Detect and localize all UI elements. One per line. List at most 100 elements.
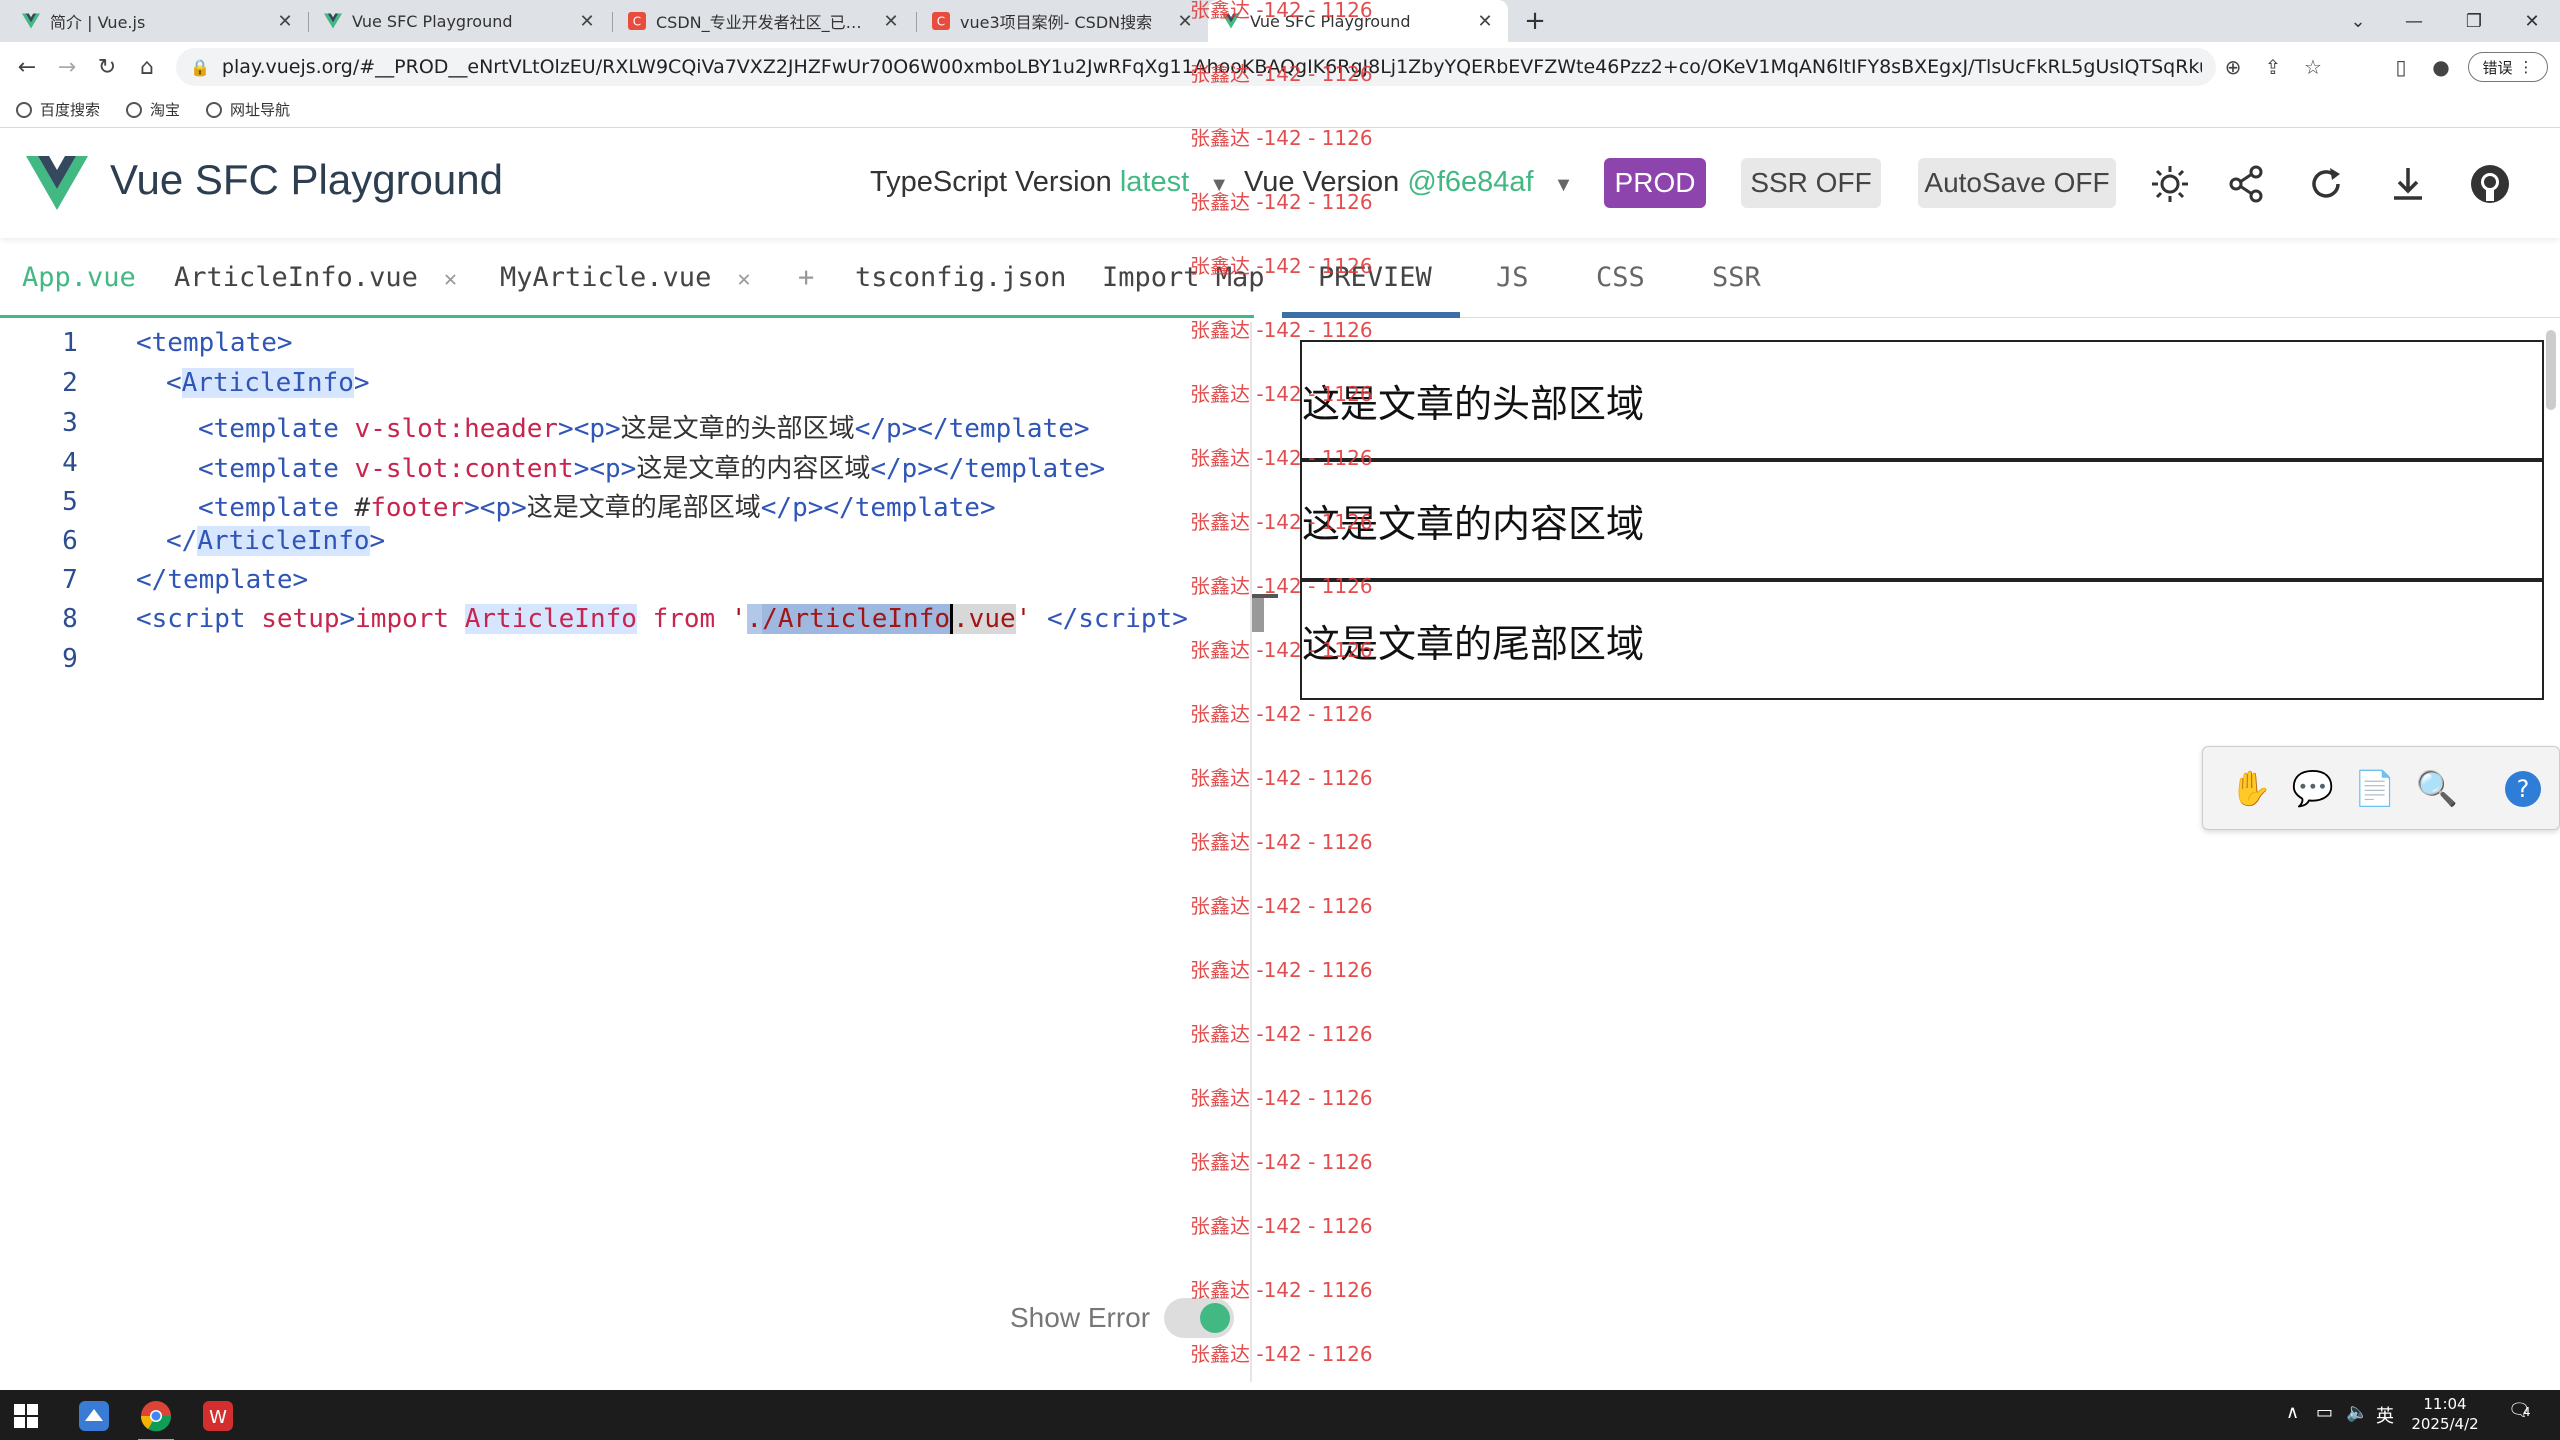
zoom-icon[interactable]: ⊕ (2216, 50, 2250, 84)
close-tab-icon[interactable]: ✕ (882, 11, 900, 32)
browser-tab-1[interactable]: 简介 | Vue.js ✕ (8, 0, 308, 42)
restore-button[interactable]: ❐ (2446, 0, 2502, 42)
code-token: template (213, 493, 339, 523)
share-icon[interactable] (2224, 162, 2268, 206)
notification-icon[interactable]: 🗨4 (2508, 1400, 2531, 1421)
bookmark-item[interactable]: 网址导航 (206, 99, 290, 120)
ts-version-label: TypeScript Version (870, 166, 1112, 198)
code-token: ArticleInfo (197, 526, 370, 556)
file-tab-articleinfo-vue[interactable]: ArticleInfo.vue ✕ (174, 262, 457, 293)
typescript-version-select[interactable]: TypeScript Version latest ▼ (870, 166, 1229, 199)
system-clock[interactable]: 11:04 2025/4/2 (2400, 1394, 2490, 1434)
watermark-text: 张鑫达 -142 - 1126 (1190, 1214, 1373, 1238)
reload-icon[interactable] (2304, 162, 2348, 206)
code-token: </ (854, 414, 886, 444)
windows-start-icon[interactable] (4, 1396, 48, 1436)
code-token: . (746, 604, 763, 634)
profile-icon[interactable]: ● (2424, 50, 2458, 84)
code-token: ArticleInfo (181, 368, 354, 398)
close-tab-icon[interactable]: ✕ (276, 11, 294, 32)
sun-icon[interactable] (2148, 162, 2192, 206)
scroll-thumb[interactable] (1252, 598, 1264, 632)
volume-icon[interactable]: 🔈 (2346, 1402, 2368, 1423)
browser-tab-2[interactable]: Vue SFC Playground ✕ (310, 0, 610, 42)
wps-icon[interactable]: W (196, 1396, 240, 1436)
back-icon[interactable]: ← (10, 50, 44, 84)
tray-expand-icon[interactable]: ∧ (2286, 1402, 2299, 1423)
app-title: Vue SFC Playground (110, 156, 503, 203)
bookmark-item[interactable]: 淘宝 (126, 99, 180, 120)
close-tab-icon[interactable]: ✕ (1476, 11, 1494, 32)
add-file-button[interactable]: + (798, 262, 814, 293)
code-line: </ArticleInfo> (166, 526, 385, 556)
tab-search-icon[interactable]: ⌄ (2330, 0, 2386, 42)
code-token: > (1172, 604, 1188, 634)
watermark-text: 张鑫达 -142 - 1126 (1190, 1150, 1373, 1174)
file-tab-myarticle-vue[interactable]: MyArticle.vue ✕ (500, 262, 751, 293)
browser-tab-title: 简介 | Vue.js (50, 13, 146, 32)
reload-icon[interactable]: ↻ (90, 50, 124, 84)
home-icon[interactable]: ⌂ (130, 50, 164, 84)
hand-icon[interactable]: ✋ (2227, 765, 2275, 813)
bookmark-item[interactable]: 百度搜索 (16, 99, 100, 120)
help-icon[interactable]: ? (2499, 765, 2547, 813)
tab-ssr[interactable]: SSR (1712, 262, 1761, 293)
export-icon[interactable]: 📄 (2351, 765, 2399, 813)
watermark-text: 张鑫达 -142 - 1126 (1190, 0, 1373, 22)
close-icon[interactable]: ✕ (444, 267, 457, 292)
code-token: > (339, 604, 356, 634)
tab-css[interactable]: CSS (1596, 262, 1645, 293)
comment-icon[interactable]: 💬 (2289, 765, 2337, 813)
code-token: </ (870, 454, 902, 484)
forward-icon[interactable]: → (50, 50, 84, 84)
watermark-text: 张鑫达 -142 - 1126 (1190, 62, 1373, 86)
code-token: < (198, 493, 214, 523)
file-tab-tsconfig[interactable]: tsconfig.json (855, 262, 1066, 293)
code-token: > (979, 493, 996, 523)
minimize-button[interactable]: — (2386, 0, 2442, 42)
close-window-button[interactable]: ✕ (2504, 0, 2560, 42)
chrome-icon[interactable] (134, 1396, 178, 1440)
network-icon[interactable]: ▭ (2316, 1402, 2333, 1423)
side-panel-icon[interactable]: ▯ (2384, 50, 2418, 84)
prod-toggle-button[interactable]: PROD (1604, 158, 1706, 208)
code-line: <script setup>import ArticleInfo from '.… (136, 604, 1188, 634)
code-token: ' (1015, 604, 1032, 634)
code-editor[interactable]: 1 2 3 4 5 6 7 8 9 <template> <ArticleInf… (0, 322, 1278, 1382)
code-token: 这是文章的头部区域 (620, 414, 855, 444)
tab-js[interactable]: JS (1496, 262, 1529, 293)
download-icon[interactable] (2386, 162, 2430, 206)
show-error-toggle[interactable]: Show Error (1010, 1298, 1235, 1338)
toggle-switch[interactable] (1164, 1298, 1235, 1338)
line-number: 7 (62, 565, 78, 595)
error-button[interactable]: 错误 ⋮ (2468, 52, 2548, 82)
code-token: p (901, 454, 918, 484)
bookmark-label: 百度搜索 (40, 101, 101, 119)
output-tab-label: SSR (1712, 262, 1761, 293)
code-token: >< (464, 493, 496, 523)
code-token: template (213, 454, 339, 484)
close-tab-icon[interactable]: ✕ (578, 11, 596, 32)
line-number: 8 (62, 604, 78, 634)
clock-date: 2025/4/2 (2411, 1415, 2479, 1433)
browser-tab-title: Vue SFC Playground (352, 11, 513, 31)
zoom-search-icon[interactable]: 🔍 (2413, 765, 2461, 813)
code-line: <template> (136, 328, 293, 358)
share-icon[interactable]: ⇪ (2256, 50, 2290, 84)
file-tab-app-vue[interactable]: App.vue (22, 262, 136, 293)
csdn-icon: C (932, 12, 950, 30)
watermark-text: 张鑫达 -142 - 1126 (1190, 894, 1373, 918)
ime-indicator[interactable]: 英 (2376, 1402, 2394, 1428)
ssr-toggle-button[interactable]: SSR OFF (1741, 158, 1881, 208)
preview-scrollbar[interactable] (2546, 330, 2556, 410)
autosave-toggle-button[interactable]: AutoSave OFF (1918, 158, 2116, 208)
github-icon[interactable] (2468, 162, 2512, 206)
new-tab-button[interactable]: + (1520, 6, 1550, 36)
bookmark-star-icon[interactable]: ☆ (2296, 50, 2330, 84)
browser-tab-4[interactable]: C vue3项目案例- CSDN搜索 ✕ (918, 0, 1208, 42)
code-token: from (652, 604, 716, 634)
app-icon-bird[interactable] (72, 1396, 116, 1436)
browser-tab-3[interactable]: C CSDN_专业开发者社区_已接入D ✕ (614, 0, 914, 42)
file-tab-label: tsconfig.json (855, 262, 1067, 293)
close-icon[interactable]: ✕ (737, 267, 750, 292)
